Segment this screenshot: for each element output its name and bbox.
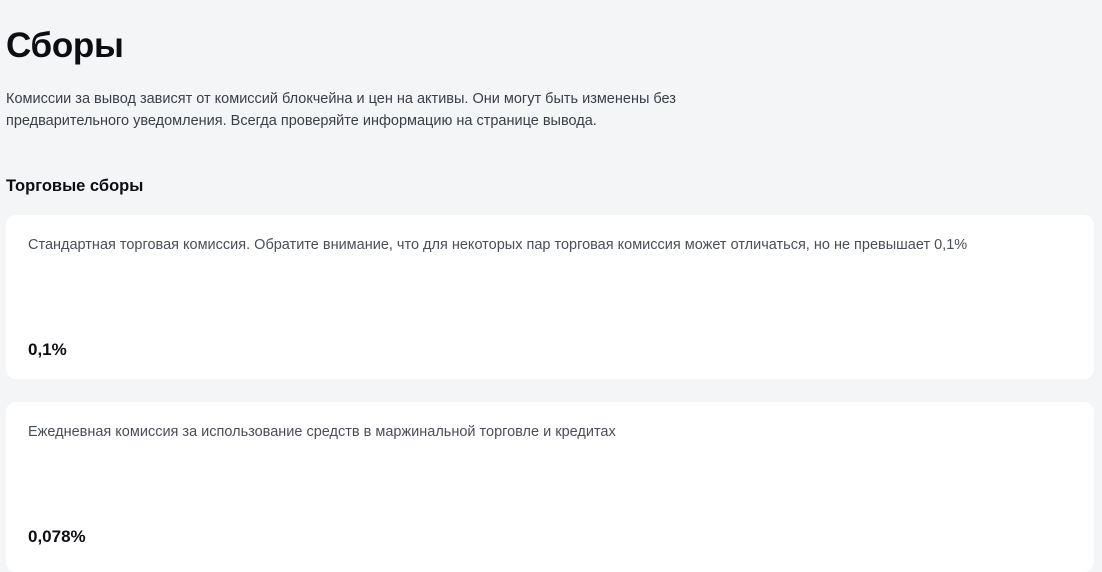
fee-card-description: Ежедневная комиссия за использование сре… [28,424,616,440]
page-title: Сборы [6,26,124,65]
fee-card-value: 0,1% [28,340,67,359]
trading-fees-heading: Торговые сборы [6,177,144,195]
withdrawal-fees-note: Комиссии за вывод зависят от комиссий бл… [6,91,676,129]
fee-card-description: Стандартная торговая комиссия. Обратите … [28,237,968,253]
fee-card-value: 0,078% [28,527,86,546]
fee-card-margin-daily: Ежедневная комиссия за использование сре… [6,402,1094,572]
fee-card-standard-trading: Стандартная торговая комиссия. Обратите … [6,215,1094,379]
